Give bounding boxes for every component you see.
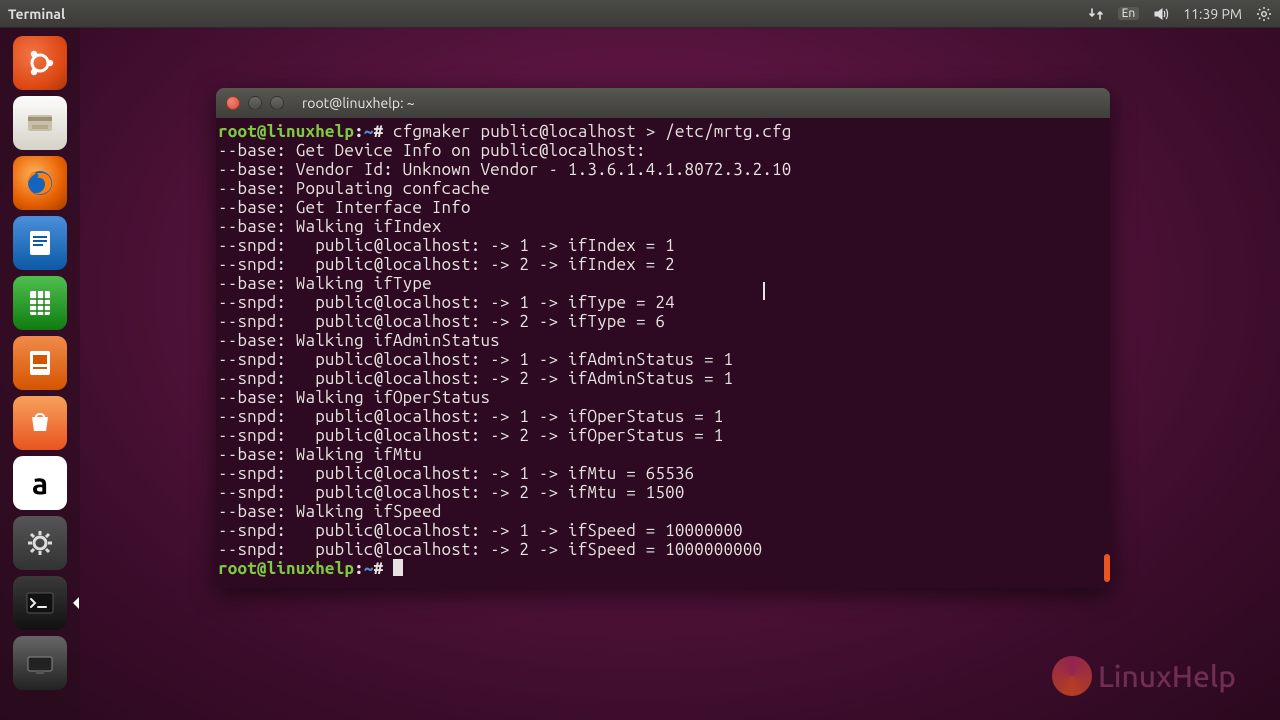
prompt-user-2: root@linuxhelp	[218, 559, 354, 578]
menubar-app-title[interactable]: Terminal	[8, 6, 65, 22]
launcher-software-center[interactable]	[13, 396, 67, 450]
launcher-dash[interactable]	[13, 36, 67, 90]
prompt-hash-2: #	[374, 559, 384, 578]
text-caret-icon	[763, 282, 765, 300]
system-tray: En 11:39 PM	[1088, 6, 1272, 22]
launcher-calc[interactable]	[13, 276, 67, 330]
window-title: root@linuxhelp: ~	[302, 95, 415, 111]
watermark: LinuxHelp	[1052, 656, 1236, 696]
cursor	[393, 559, 403, 576]
watermark-logo-icon	[1052, 656, 1092, 696]
prompt-path: ~	[364, 122, 374, 141]
network-icon[interactable]	[1088, 6, 1104, 22]
prompt-path-2: ~	[364, 559, 374, 578]
launcher-workspace[interactable]	[13, 636, 67, 690]
watermark-text: LinuxHelp	[1098, 659, 1236, 693]
launcher-settings[interactable]	[13, 516, 67, 570]
command-text: cfgmaker public@localhost > /etc/mrtg.cf…	[393, 122, 792, 141]
launcher: a	[0, 28, 80, 720]
maximize-button[interactable]	[270, 96, 284, 110]
prompt-colon: :	[354, 122, 364, 141]
prompt-hash: #	[374, 122, 384, 141]
launcher-impress[interactable]	[13, 336, 67, 390]
launcher-terminal[interactable]	[13, 576, 67, 630]
clock[interactable]: 11:39 PM	[1183, 6, 1242, 22]
language-indicator[interactable]: En	[1118, 7, 1140, 20]
launcher-firefox[interactable]	[13, 156, 67, 210]
close-button[interactable]	[226, 96, 240, 110]
launcher-writer[interactable]	[13, 216, 67, 270]
terminal-window: root@linuxhelp: ~ root@linuxhelp:~# cfgm…	[216, 88, 1110, 588]
launcher-amazon[interactable]: a	[13, 456, 67, 510]
terminal-titlebar[interactable]: root@linuxhelp: ~	[216, 88, 1110, 118]
minimize-button[interactable]	[248, 96, 262, 110]
top-menubar: Terminal En 11:39 PM	[0, 0, 1280, 28]
terminal-body[interactable]: root@linuxhelp:~# cfgmaker public@localh…	[216, 118, 1110, 588]
launcher-files[interactable]	[13, 96, 67, 150]
scrollbar-thumb[interactable]	[1104, 554, 1110, 582]
prompt-user: root@linuxhelp	[218, 122, 354, 141]
volume-icon[interactable]	[1153, 6, 1169, 22]
amazon-glyph: a	[32, 466, 48, 500]
gear-icon[interactable]	[1256, 6, 1272, 22]
terminal-output: --base: Get Device Info on public@localh…	[218, 141, 791, 559]
